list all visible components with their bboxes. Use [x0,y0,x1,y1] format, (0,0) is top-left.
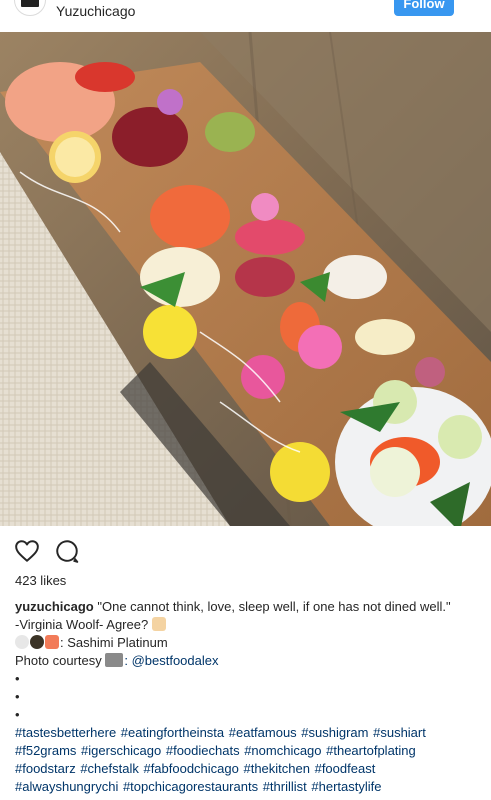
caption-username[interactable]: yuzuchicago [15,599,94,614]
hashtags-line-2[interactable]: #f52grams #igerschicago #foodiechats #no… [15,742,480,760]
sushi-emoji [45,635,59,649]
location-label[interactable]: Yuzuchicago [56,3,135,19]
raised-hands-emoji [151,617,166,631]
brand-logo [21,0,39,7]
hashtags-line-3[interactable]: #foodstarz #chefstalk #fabfoodchicago #t… [15,760,480,778]
avatar[interactable] [14,0,46,16]
hashtags-line-4[interactable]: #alwayshungrychi #topchicagorestaurants … [15,778,480,796]
caption-courtesy-prefix: Photo courtesy [15,653,102,668]
post-photo[interactable] [0,32,491,526]
caption: yuzuchicago "One cannot think, love, sle… [15,598,480,796]
plate-emoji [15,635,29,649]
caption-dot-2: • [15,689,20,704]
sashimi-platter-image [0,32,491,526]
follow-button[interactable]: Follow [394,0,454,16]
caption-dot-3: • [15,707,20,722]
hashtags-line-1[interactable]: #tastesbetterhere #eatingfortheinsta #ea… [15,724,480,742]
caption-dish: : Sashimi Platinum [60,635,168,650]
heart-icon[interactable] [14,538,40,564]
post-header: Yuzuchicago Follow ••• [0,0,491,32]
likes-count[interactable]: 423 likes [15,573,66,588]
comment-icon[interactable] [54,538,80,564]
caption-dot-1: • [15,671,20,686]
caption-quote-line1: "One cannot think, love, sleep well, if … [97,599,451,614]
camera-emoji [105,653,124,667]
caption-mention[interactable]: : @bestfoodalex [124,653,218,668]
bowl-emoji [30,635,44,649]
more-icon[interactable]: ••• [462,0,481,8]
caption-quote-line2: -Virginia Woolf- Agree? [15,617,149,632]
